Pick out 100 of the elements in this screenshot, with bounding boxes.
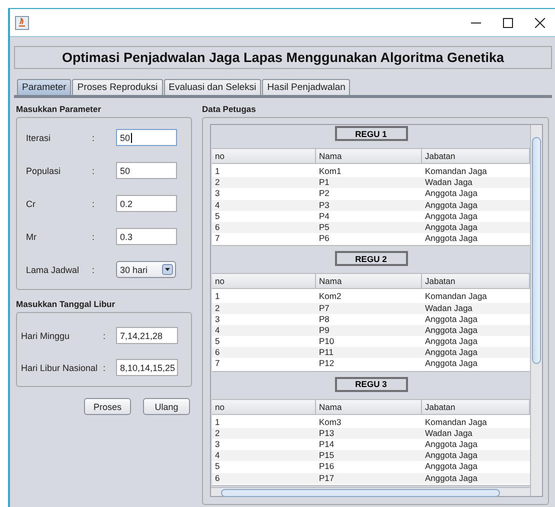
table-cell-text: P17 — [318, 472, 336, 484]
colon: : — [92, 232, 96, 242]
table-cell-text: Anggota Jaga — [424, 347, 478, 358]
table-cell-text: 6 — [214, 347, 221, 358]
table-cell-text: 4 — [214, 324, 221, 336]
table-cell-text: Anggota Jaga — [424, 439, 478, 450]
section-title: Data Petugas — [202, 104, 257, 115]
table-cell-text: Anggota Jaga — [424, 314, 478, 325]
vertical-scrollbar[interactable] — [530, 125, 542, 496]
section-title: Masukkan Tanggal Libur — [16, 299, 116, 310]
table-cell-text: Komandan Jaga — [424, 416, 488, 428]
column-header[interactable]: no — [212, 149, 316, 163]
close-icon[interactable] — [535, 18, 545, 28]
tab[interactable]: Evaluasi dan Seleksi — [164, 79, 262, 95]
field-label: Lama Jadwal — [26, 264, 80, 274]
table-cell-text: Komandan Jaga — [424, 166, 488, 178]
table-cell-text: Kom3 — [318, 416, 342, 428]
table-cell-text: P2 — [318, 188, 330, 200]
table-cell-text: Wadan Jaga — [424, 177, 474, 188]
field-label: Hari Minggu — [21, 330, 71, 340]
dropdown[interactable]: 30 hari — [116, 261, 176, 278]
table-cell-text: P7 — [318, 302, 330, 314]
colon: : — [103, 362, 107, 372]
field-label: Iterasi — [26, 132, 52, 142]
column-header[interactable]: Nama — [316, 149, 422, 163]
table-cell-text: Kom1 — [318, 166, 342, 178]
java-app-icon — [15, 16, 29, 30]
table-cell-text: 6 — [214, 222, 221, 234]
table-cell-text: 4 — [214, 450, 221, 462]
table-cell-text: P3 — [318, 200, 330, 211]
table-cell-text: P16 — [318, 461, 336, 473]
tab[interactable]: Proses Reproduksi — [72, 79, 163, 95]
table-cell-text: Kom2 — [318, 291, 342, 303]
field-label: Populasi — [26, 166, 62, 176]
table-cell-text: Anggota Jaga — [424, 233, 478, 244]
column-header[interactable]: Nama — [316, 274, 422, 288]
colon: : — [92, 166, 96, 176]
input-field[interactable]: 8,10,14,15,25 — [116, 359, 178, 376]
table-cell-text: Anggota Jaga — [424, 461, 478, 473]
column-header[interactable]: no — [212, 274, 316, 288]
table-cell-text: Anggota Jaga — [424, 210, 478, 222]
table-cell-text: P12 — [318, 358, 336, 370]
input-field[interactable]: 50 — [116, 129, 177, 146]
horizontal-scrollbar[interactable] — [211, 487, 530, 496]
group-title: REGU 1 — [334, 126, 408, 141]
table-cell-text: Komandan Jaga — [424, 291, 488, 303]
table-cell-text: Anggota Jaga — [424, 472, 478, 484]
section-title: Masukkan Parameter — [16, 104, 102, 115]
process-button[interactable]: Proses — [84, 398, 131, 415]
field-label: Hari Libur Nasional — [21, 362, 99, 372]
table-cell-text: Anggota Jaga — [424, 324, 478, 336]
column-header[interactable]: no — [212, 400, 316, 414]
table-cell-text: P11 — [318, 347, 334, 358]
table-cell-text: P15 — [318, 450, 336, 462]
table-cell-text: 2 — [214, 177, 221, 188]
table-cell-text: 2 — [214, 428, 221, 440]
table-cell-text: Anggota Jaga — [424, 336, 478, 348]
table-cell-text: 1 — [214, 291, 221, 303]
app-title: Optimasi Penjadwalan Jaga Lapas Menggunakan Algoritma Genetika — [14, 46, 552, 69]
table-cell-text: 3 — [214, 439, 221, 450]
colon: : — [103, 330, 107, 340]
table-cell-text: 1 — [214, 416, 221, 428]
table-cell-text: 4 — [214, 200, 221, 211]
table-cell-text: Anggota Jaga — [424, 188, 478, 200]
input-field[interactable]: 0.2 — [116, 195, 177, 212]
table-cell-text: 7 — [214, 233, 221, 244]
tab[interactable]: Hasil Penjadwalan — [262, 79, 350, 95]
table-cell-text: Wadan Jaga — [424, 302, 474, 314]
column-header[interactable]: Nama — [316, 400, 422, 414]
table-cell-text: Anggota Jaga — [424, 358, 478, 370]
reset-button[interactable]: Ulang — [143, 398, 190, 415]
field-label: Mr — [26, 232, 38, 242]
colon: : — [92, 198, 96, 208]
input-field[interactable]: 7,14,21,28 — [116, 327, 178, 344]
table-cell-text: P13 — [318, 428, 336, 440]
table-cell-text: P1 — [318, 177, 330, 188]
field-label: Cr — [26, 198, 36, 208]
table-cell-text: 5 — [214, 210, 221, 222]
table-cell-text: 7 — [214, 358, 221, 370]
table-cell-text: P9 — [318, 324, 330, 336]
table-cell-text: Anggota Jaga — [424, 222, 478, 234]
table-cell-text: P4 — [318, 210, 330, 222]
table-cell-text: 1 — [214, 166, 221, 178]
input-field[interactable]: 50 — [116, 162, 177, 179]
table-cell-text: Anggota Jaga — [424, 450, 478, 462]
table-cell-text: 3 — [214, 314, 221, 325]
table-cell-text: P14 — [318, 439, 336, 450]
table-cell-text: 5 — [214, 336, 221, 348]
group-title: REGU 3 — [334, 376, 408, 392]
colon: : — [92, 132, 96, 142]
tab[interactable]: Parameter — [17, 79, 72, 95]
table-cell-text: 2 — [214, 302, 221, 314]
table-cell-text: P10 — [318, 336, 336, 348]
maximize-icon[interactable] — [503, 18, 513, 28]
colon: : — [92, 264, 96, 274]
table-cell-text: Anggota Jaga — [424, 200, 478, 211]
table-cell-text: 3 — [214, 188, 221, 200]
input-field[interactable]: 0.3 — [116, 228, 177, 245]
table-cell-text: Wadan Jaga — [424, 428, 474, 440]
table-cell-text: 5 — [214, 461, 221, 473]
